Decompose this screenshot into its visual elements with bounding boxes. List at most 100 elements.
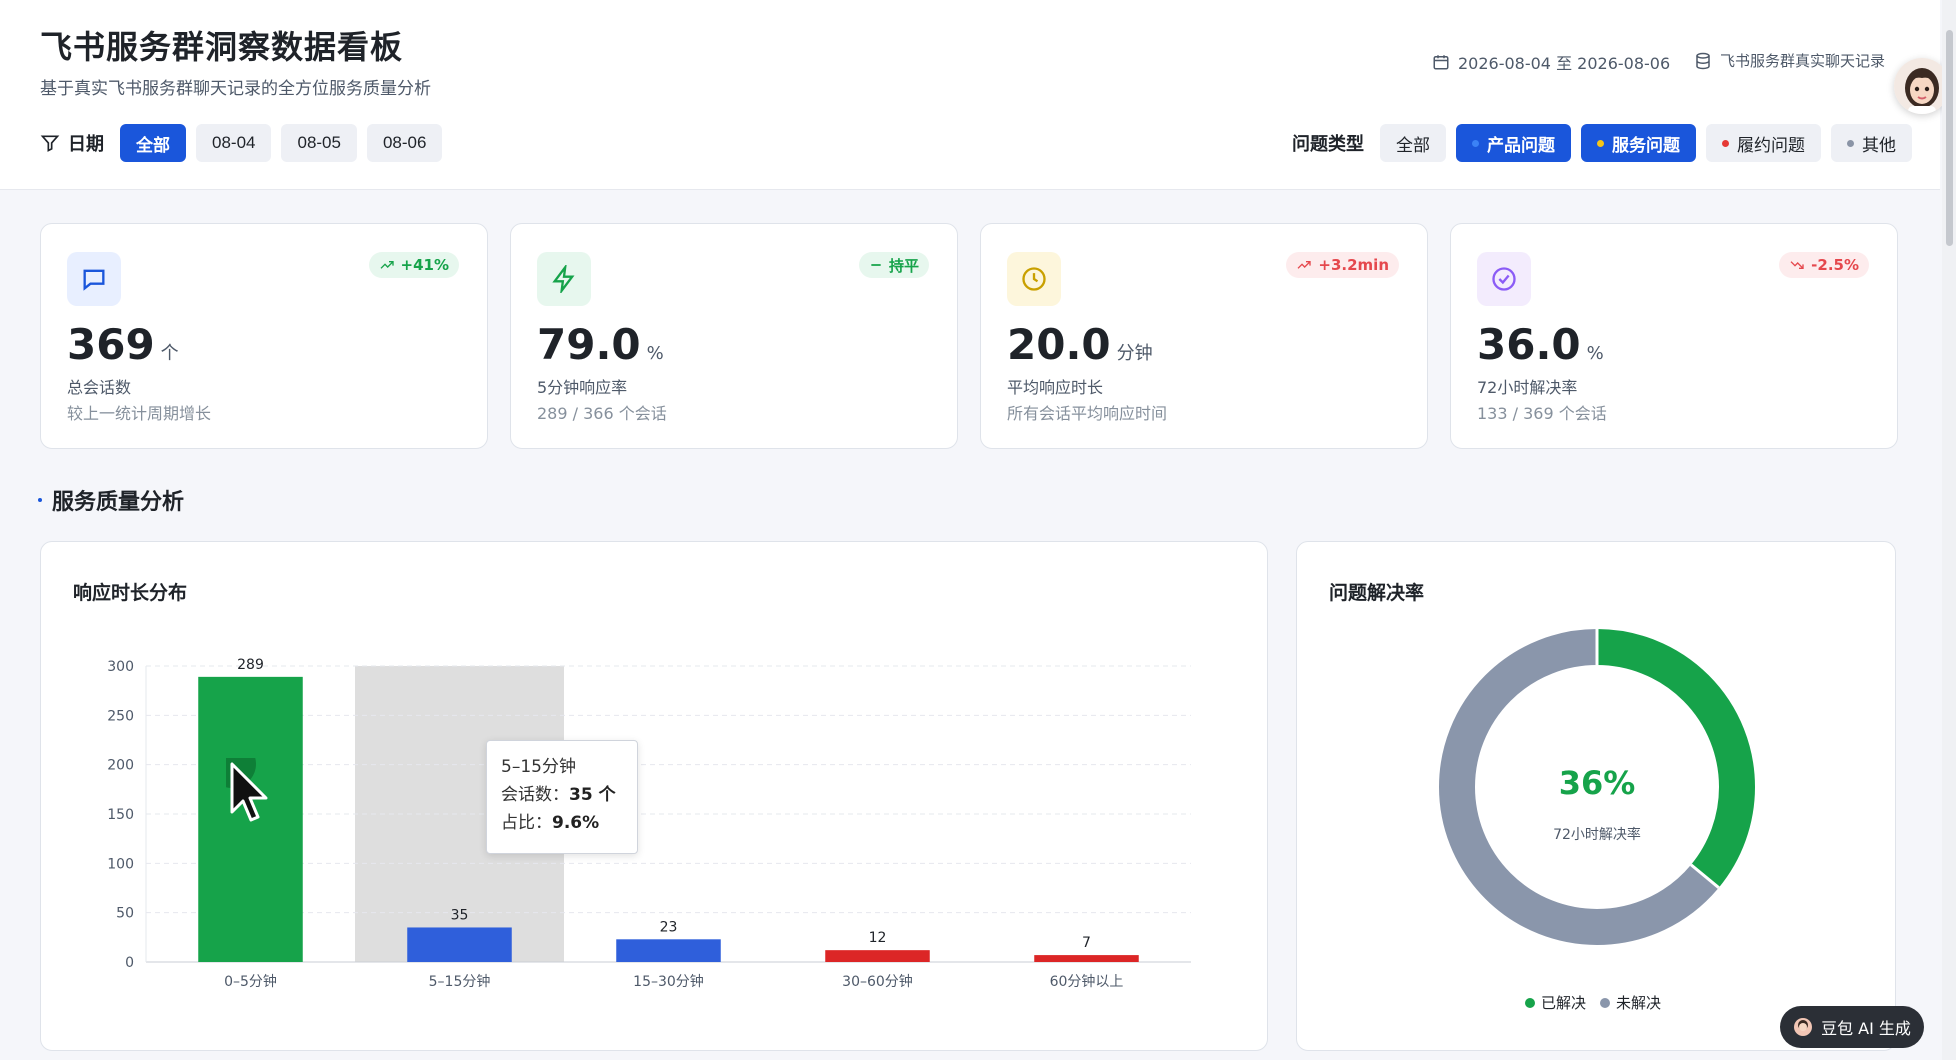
bar xyxy=(825,950,930,962)
page-title: 飞书服务群洞察数据看板 xyxy=(40,28,404,66)
resolution-rate-panel: 问题解决率 36% 72小时解决率 已解决 未解决 xyxy=(1296,541,1896,1051)
type-chip-fulfillment[interactable]: 履约问题 xyxy=(1706,124,1821,162)
legend-item-unresolved[interactable]: 未解决 xyxy=(1600,992,1661,1013)
bar-value-label: 7 xyxy=(1082,935,1091,951)
page-subtitle: 基于真实飞书服务群聊天记录的全方位服务质量分析 xyxy=(40,79,431,99)
clock-icon xyxy=(1007,252,1061,306)
kpi-card-resolution: -2.5% 36.0% 72小时解决率 133 / 369 个会话 xyxy=(1450,223,1898,449)
kpi-unit: % xyxy=(1586,343,1604,364)
bolt-icon xyxy=(537,252,591,306)
data-source: 飞书服务群真实聊天记录 xyxy=(1694,50,1885,71)
trend-down-icon xyxy=(1790,261,1804,269)
product-dot-icon xyxy=(1472,139,1479,147)
kpi-note: 所有会话平均响应时间 xyxy=(1007,404,1168,423)
y-tick-label: 150 xyxy=(107,807,134,823)
calendar-icon xyxy=(1433,55,1449,70)
tooltip-ratio-row: 占比：9.6% xyxy=(501,813,600,833)
other-dot-icon xyxy=(1847,139,1854,147)
trend-badge: +3.2min xyxy=(1286,252,1399,278)
type-filter-label: 问题类型 xyxy=(1292,134,1364,155)
x-tick-label: 5–15分钟 xyxy=(429,973,491,990)
kpi-note: 较上一统计周期增长 xyxy=(67,404,212,423)
bar xyxy=(1034,955,1139,962)
kpi-label: 总会话数 xyxy=(67,378,132,397)
date-filter: 日期 全部 08-04 08-05 08-06 xyxy=(40,124,443,162)
kpi-unit: 个 xyxy=(160,343,179,364)
kpi-label: 5分钟响应率 xyxy=(537,378,628,397)
kpi-note: 289 / 366 个会话 xyxy=(537,404,667,423)
x-tick-label: 15–30分钟 xyxy=(633,973,704,990)
legend-item-resolved[interactable]: 已解决 xyxy=(1525,992,1586,1013)
donut-center-label: 72小时解决率 xyxy=(1553,827,1641,843)
donut-legend: 已解决 未解决 xyxy=(1525,992,1661,1013)
date-chip-0806[interactable]: 08-06 xyxy=(366,124,443,162)
kpi-value: 369 xyxy=(67,320,155,369)
x-tick-label: 0–5分钟 xyxy=(224,973,277,990)
dashboard-header: 飞书服务群洞察数据看板 基于真实飞书服务群聊天记录的全方位服务质量分析 2026… xyxy=(0,0,1950,190)
database-icon xyxy=(1696,52,1710,69)
check-circle-icon xyxy=(1477,252,1531,306)
kpi-unit: % xyxy=(646,343,664,364)
kpi-label: 72小时解决率 xyxy=(1477,378,1578,397)
doubao-logo-icon xyxy=(1794,1018,1813,1036)
bar-value-label: 35 xyxy=(451,907,469,923)
section-title: 服务质量分析 xyxy=(38,484,184,516)
trend-flat-icon xyxy=(871,264,881,266)
kpi-label: 平均响应时长 xyxy=(1007,378,1104,397)
kpi-card-response-rate: 持平 79.0% 5分钟响应率 289 / 366 个会话 xyxy=(510,223,958,449)
date-range-text: 2026-08-04 至 2026-08-06 xyxy=(1458,54,1671,73)
y-tick-label: 200 xyxy=(107,758,134,774)
type-filter: 问题类型 全部 产品问题 服务问题 履约问题 其他 xyxy=(1292,124,1912,162)
date-chip-0804[interactable]: 08-04 xyxy=(196,124,272,162)
type-chip-service[interactable]: 服务问题 xyxy=(1581,124,1696,162)
y-tick-label: 250 xyxy=(107,708,134,724)
kpi-value: 36.0 xyxy=(1477,320,1581,369)
y-tick-label: 50 xyxy=(116,906,134,922)
date-chip-0805[interactable]: 08-05 xyxy=(281,124,357,162)
kpi-note: 133 / 369 个会话 xyxy=(1477,404,1607,423)
filter-icon xyxy=(40,135,60,152)
type-chip-all[interactable]: 全部 xyxy=(1380,124,1446,162)
ai-generated-badge: 豆包 AI 生成 xyxy=(1780,1006,1924,1048)
mouse-cursor-icon xyxy=(226,758,268,822)
trend-up-icon xyxy=(380,261,394,269)
chart-tooltip: 5–15分钟 会话数：35 个 占比：9.6% xyxy=(486,740,638,854)
service-dot-icon xyxy=(1597,139,1604,147)
response-distribution-panel: 响应时长分布 0 50 100 150 200 250 300 289 0–5分钟 35 5–15分… xyxy=(40,541,1268,1051)
unresolved-dot-icon xyxy=(1600,997,1611,1008)
y-tick-label: 0 xyxy=(125,955,134,971)
trend-badge: 持平 xyxy=(858,252,929,278)
resolved-dot-icon xyxy=(1525,997,1535,1008)
kpi-unit: 分钟 xyxy=(1116,343,1153,364)
bar-value-label: 12 xyxy=(869,930,887,946)
trend-badge: -2.5% xyxy=(1779,252,1869,278)
x-tick-label: 60分钟以上 xyxy=(1050,973,1124,990)
y-tick-label: 100 xyxy=(107,856,134,872)
type-chip-other[interactable]: 其他 xyxy=(1831,124,1912,162)
data-source-text: 飞书服务群真实聊天记录 xyxy=(1720,52,1886,70)
trend-up-icon xyxy=(1297,261,1312,269)
scrollbar-thumb[interactable] xyxy=(1946,30,1953,246)
trend-badge: +41% xyxy=(368,252,459,278)
type-chip-product[interactable]: 产品问题 xyxy=(1456,124,1571,162)
kpi-cards: +41% 369 个 总会话数 较上一统计周期增长 持平 79.0% 5分钟响应率… xyxy=(40,223,1898,449)
tooltip-title: 5–15分钟 xyxy=(501,757,576,777)
kpi-value: 20.0 xyxy=(1007,320,1111,369)
section-bullet-icon xyxy=(38,498,42,502)
fulfillment-dot-icon xyxy=(1722,139,1729,147)
tooltip-count-row: 会话数：35 个 xyxy=(501,785,616,805)
bar xyxy=(407,927,512,962)
date-filter-label: 日期 xyxy=(40,130,104,156)
date-chip-all[interactable]: 全部 xyxy=(120,124,186,162)
chat-icon xyxy=(67,252,121,306)
kpi-card-sessions: +41% 369 个 总会话数 较上一统计周期增长 xyxy=(40,223,488,449)
donut-center-value: 36% xyxy=(1558,764,1636,802)
x-tick-label: 30–60分钟 xyxy=(842,973,913,990)
bar-value-label: 289 xyxy=(237,657,264,673)
kpi-value: 79.0 xyxy=(537,320,641,369)
bar-value-label: 23 xyxy=(660,919,678,935)
date-range: 2026-08-04 至 2026-08-06 xyxy=(1432,50,1670,74)
bar xyxy=(616,939,721,962)
kpi-card-avg-response: +3.2min 20.0 分钟 平均响应时长 所有会话平均响应时间 xyxy=(980,223,1428,449)
y-tick-label: 300 xyxy=(107,659,134,675)
